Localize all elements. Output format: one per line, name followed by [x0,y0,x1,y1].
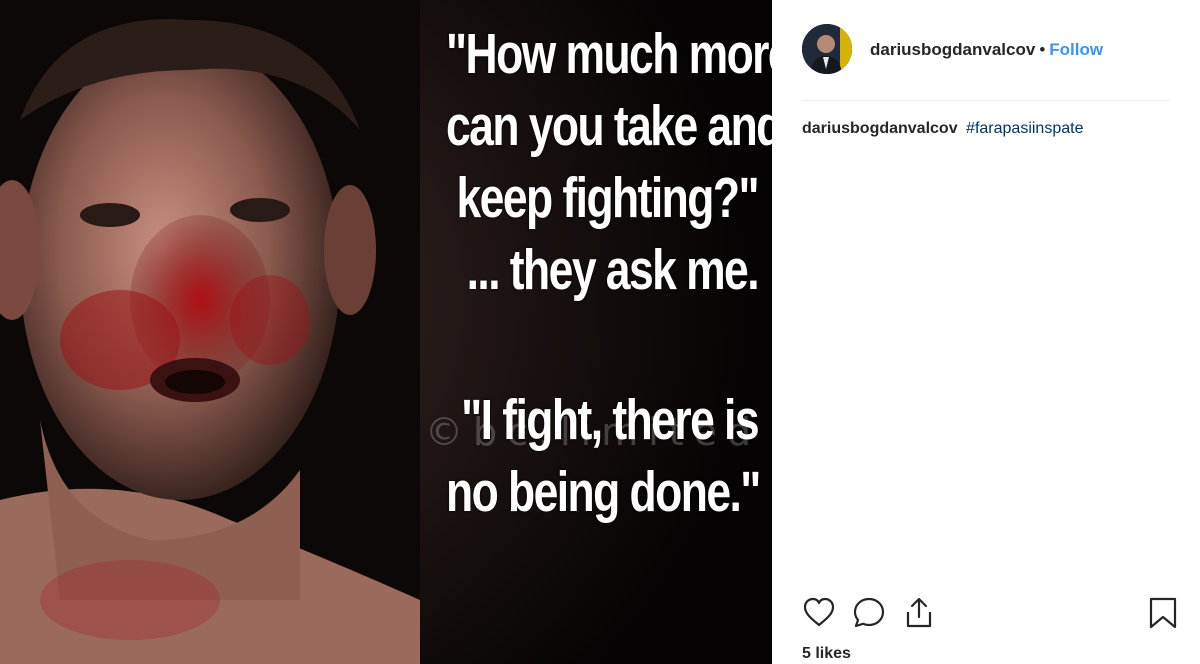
heart-icon[interactable] [802,596,836,630]
separator-dot: • [1039,40,1046,59]
post-header: dariusbogdanvalcov • Follow [802,24,1170,101]
follow-button[interactable]: Follow [1049,40,1103,59]
quote-line: "How much more [446,22,772,86]
caption-username[interactable]: dariusbogdanvalcov [802,120,958,137]
action-bar [802,596,1180,636]
avatar-image [802,24,852,74]
fighter-portrait [0,0,420,664]
post-sidebar: dariusbogdanvalcov • Follow dariusbogdanva… [772,0,1200,664]
quote-line: no being done." [446,460,761,524]
likes-count[interactable]: 5 likes [802,645,851,663]
comment-icon[interactable] [852,596,886,630]
quote-line: ... they ask me. [466,238,760,302]
quote-line: can you take and [446,94,772,158]
quote-gap [446,306,758,384]
post-caption: dariusbogdanvalcov #farapasiinspate [802,120,1083,138]
watermark: ©bc.limited [425,410,762,454]
header-username[interactable]: dariusbogdanvalcov [870,40,1035,59]
avatar[interactable] [802,24,852,74]
bookmark-icon[interactable] [1146,596,1180,630]
caption-hashtag[interactable]: #farapasiinspate [966,120,1083,137]
header-username-row: dariusbogdanvalcov • Follow [870,40,1103,60]
quote-line: keep fighting?" [456,166,760,230]
post-image[interactable]: "How much more can you take and keep fig… [0,0,772,664]
share-icon[interactable] [902,596,936,630]
